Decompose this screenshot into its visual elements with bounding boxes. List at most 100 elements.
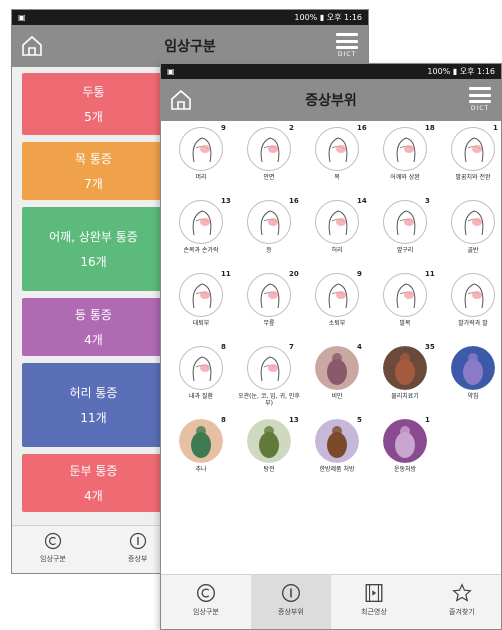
symptom-item[interactable]: 1 팔꿈치와 전완: [441, 124, 501, 196]
calf-icon: [315, 273, 359, 317]
screenshot-stage: ▣ 100% ▮ 오후 1:16 임상구분 DICT 두통 5개 목 통증 7개: [0, 0, 502, 630]
exercise-photo: [383, 419, 427, 463]
category-name: 둔부 통증: [69, 464, 118, 478]
symptom-label: 탕전: [263, 466, 275, 473]
symptom-item[interactable]: 13 탕전: [237, 416, 305, 488]
copyright-c-icon: [44, 532, 61, 550]
count-badge: 1: [493, 124, 498, 132]
waist-icon: [315, 200, 359, 244]
count-badge: 1: [425, 416, 430, 424]
symptom-item[interactable]: 2 안면: [237, 124, 305, 196]
category-count: 4개: [84, 333, 103, 347]
symptom-item[interactable]: 8 내과 질환: [169, 343, 237, 415]
count-badge: 11: [425, 270, 435, 278]
symptom-label: 비만: [331, 393, 343, 400]
obesity-photo: [315, 346, 359, 390]
chuna-photo: [179, 419, 223, 463]
knee-icon: [247, 273, 291, 317]
menu-label: DICT: [337, 51, 357, 58]
symptom-label: 추나: [195, 466, 207, 473]
herb-photo: [247, 419, 291, 463]
symptom-label: 등: [266, 247, 272, 254]
nav-clinical[interactable]: 임상구분: [193, 583, 219, 617]
nav-label: 증상부: [128, 555, 148, 563]
category-item-headache[interactable]: 두통 5개: [22, 73, 165, 135]
symptom-item[interactable]: 16 목: [305, 124, 373, 196]
symptom-label: 물리치료기: [391, 393, 419, 400]
copyright-c-icon: [196, 584, 215, 602]
symptom-item[interactable]: 3 옆구리: [373, 197, 441, 269]
symptom-label: 발가락과 발: [458, 320, 488, 327]
count-badge: 11: [221, 270, 231, 278]
symptom-item[interactable]: 골반: [441, 197, 501, 269]
nav-label: 증상부위: [278, 608, 304, 616]
nav-favorites[interactable]: 즐겨찾기: [449, 583, 475, 617]
count-badge: 14: [357, 197, 367, 205]
symptom-label: 내과 질환: [189, 393, 213, 400]
count-badge: 2: [289, 124, 294, 132]
five-senses-icon: [247, 346, 291, 390]
count-badge: 20: [289, 270, 299, 278]
symptom-item[interactable]: 20 무릎: [237, 270, 305, 342]
count-badge: 13: [289, 416, 299, 424]
nav-symptom[interactable]: 증상부: [128, 532, 147, 564]
nav-label: 임상구분: [193, 608, 219, 616]
count-badge: 3: [425, 197, 430, 205]
nav-recent-video[interactable]: 최근영상: [361, 583, 387, 617]
foot-icon: [451, 273, 495, 317]
symptom-item[interactable]: 9 머리: [169, 124, 237, 196]
star-icon: [452, 583, 472, 602]
category-name: 두통: [82, 85, 105, 99]
hamburger-icon: [469, 87, 491, 103]
neck-icon: [315, 127, 359, 171]
app-bar: 임상구분 DICT: [12, 25, 368, 67]
symptom-item[interactable]: 5 한방제품 처방: [305, 416, 373, 488]
category-name: 목 통증: [75, 152, 112, 166]
symptom-item[interactable]: 발가락과 발: [441, 270, 501, 342]
symptom-item[interactable]: 1 운동처방: [373, 416, 441, 488]
symptom-item[interactable]: 7 오관(눈, 코, 입, 귀, 인후부): [237, 343, 305, 415]
symptom-item[interactable]: 13 손목과 손가락: [169, 197, 237, 269]
symptom-item[interactable]: 4 비만: [305, 343, 373, 415]
symptom-label: 옆구리: [396, 247, 414, 254]
category-item-back[interactable]: 등 통증 4개: [22, 298, 165, 356]
category-item-neck[interactable]: 목 통증 7개: [22, 142, 165, 200]
count-badge: 9: [221, 124, 226, 132]
symptom-item[interactable]: 11 발목: [373, 270, 441, 342]
symptom-item[interactable]: 9 소퇴부: [305, 270, 373, 342]
nav-clinical[interactable]: 임상구분: [40, 532, 66, 564]
injection-photo: [451, 346, 495, 390]
app-bar: 증상부위 DICT: [161, 79, 501, 121]
symptom-item[interactable]: 18 어깨와 상완: [373, 124, 441, 196]
category-count: 5개: [84, 110, 103, 124]
count-badge: 9: [357, 270, 362, 278]
menu-button[interactable]: DICT: [334, 31, 360, 61]
symptom-item[interactable]: 약침: [441, 343, 501, 415]
symptom-label: 발목: [399, 320, 411, 327]
symptom-item[interactable]: 14 허리: [305, 197, 373, 269]
gallery-icon: ▣: [167, 67, 175, 76]
pelvis-icon: [451, 200, 495, 244]
nav-label: 최근영상: [361, 608, 387, 616]
category-item-waist[interactable]: 허리 통증 11개: [22, 363, 165, 447]
home-icon[interactable]: [169, 88, 193, 112]
symptom-item[interactable]: 11 대퇴부: [169, 270, 237, 342]
page-title: 임상구분: [164, 39, 216, 55]
category-count: 7개: [84, 177, 103, 191]
symptom-item[interactable]: 35 물리치료기: [373, 343, 441, 415]
ankle-icon: [383, 273, 427, 317]
menu-button[interactable]: DICT: [467, 85, 493, 115]
bottom-nav: 임상구분 증상부위 최근영상 즐겨찾기: [161, 574, 501, 629]
category-item-shoulder[interactable]: 어깨, 상완부 통증 16개: [22, 207, 165, 291]
category-count: 4개: [84, 489, 103, 503]
home-icon[interactable]: [20, 34, 44, 58]
count-badge: 7: [289, 343, 294, 351]
category-item-buttock[interactable]: 둔부 통증 4개: [22, 454, 165, 512]
symptom-item[interactable]: 8 추나: [169, 416, 237, 488]
symptom-item[interactable]: 16 등: [237, 197, 305, 269]
symptom-label: 안면: [263, 174, 275, 181]
status-time: 100% ▮ 오후 1:16: [427, 67, 495, 76]
nav-label: 즐겨찾기: [449, 608, 475, 616]
status-time: 100% ▮ 오후 1:16: [294, 13, 362, 22]
nav-symptom[interactable]: 증상부위: [278, 583, 304, 617]
